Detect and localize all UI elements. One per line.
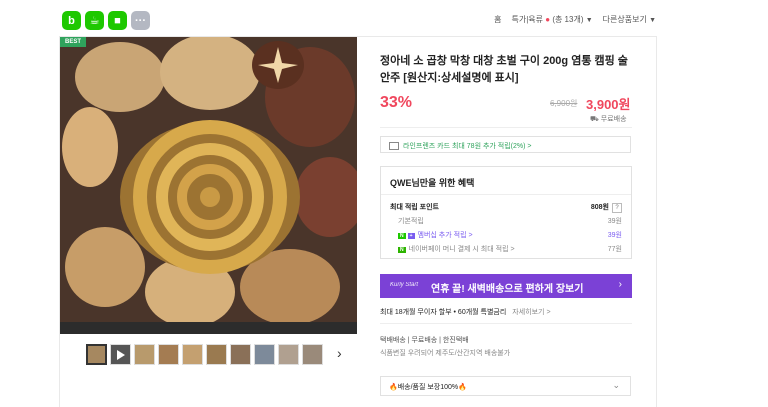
chevron-right-icon: ›: [618, 279, 622, 290]
pay-points[interactable]: N 네이버페이 머니 결제 시 최대 적립 >: [398, 244, 515, 254]
sale-price: 3,900원: [586, 97, 631, 112]
video-thumbnail[interactable]: [110, 344, 131, 365]
discount-rate: 33%: [380, 94, 413, 111]
thumbnail[interactable]: [230, 344, 251, 365]
top-bar: b ☕ ■ ··· 홈 특가|육류 ● (총 13개) ▼ 다른상품보기 ▼: [0, 0, 768, 38]
thumbnail[interactable]: [134, 344, 155, 365]
bookmark-icon[interactable]: ■: [108, 11, 127, 30]
breadcrumb: 홈 특가|육류 ● (총 13개) ▼ 다른상품보기 ▼: [494, 14, 656, 25]
pay-points-value: 77원: [607, 246, 622, 253]
help-icon[interactable]: ?: [612, 203, 622, 213]
shipping-notice: 식품변질 우려되어 제주도/산간지역 배송불가: [380, 350, 511, 357]
other-products-link[interactable]: 다른상품보기 ▼: [603, 14, 656, 25]
kurly-logo: Kurly Start: [390, 282, 419, 288]
thumbnail[interactable]: [206, 344, 227, 365]
benefit-box: QWE님만을 위한 혜택 최대 적립 포인트 808원? 기본적립 39원 N +…: [380, 166, 632, 259]
truck-icon: ⛟: [590, 116, 599, 123]
max-points-value: 808원?: [591, 202, 622, 213]
banner-text: 연휴 끝! 새벽배송으로 편하게 장보기: [431, 284, 584, 295]
chevron-right-icon[interactable]: ›: [337, 345, 342, 361]
thumbnail[interactable]: [182, 344, 203, 365]
thumbnail[interactable]: [278, 344, 299, 365]
benefit-title: QWE님만을 위한 혜택: [390, 178, 475, 188]
max-points-label: 최대 적립 포인트: [390, 204, 439, 211]
plus-icon: +: [407, 233, 415, 239]
kurly-banner[interactable]: Kurly Start 연휴 끝! 새벽배송으로 편하게 장보기 ›: [380, 274, 632, 298]
cafe-icon[interactable]: ☕: [85, 11, 104, 30]
blog-icon[interactable]: b: [62, 11, 81, 30]
naver-pay-icon: N: [398, 247, 406, 253]
category-link[interactable]: 특가|육류 ● (총 13개) ▼: [511, 14, 592, 25]
basic-points-value: 39원: [607, 218, 622, 225]
card-promo[interactable]: 라인프렌즈 카드 최대 78원 추가 적립(2%) >: [380, 136, 631, 153]
membership-points[interactable]: N + 멤버십 추가 적립 >: [398, 230, 473, 240]
product-panel: BEST › 정아네 소 곱창 막창 대창 초벌 구이 200g 염통 캠핑 술…: [59, 36, 657, 407]
installment-info: 최대 18개월 무이자 할부 • 60개월 특별금리 자세히보기 >: [380, 309, 551, 316]
home-link[interactable]: 홈: [494, 14, 501, 25]
chevron-down-icon: ⌄: [612, 380, 620, 390]
basic-points-label: 기본적립: [398, 218, 424, 225]
card-icon: [389, 142, 399, 151]
guarantee-dropdown[interactable]: 🔥배송/품질 보장100%🔥 ⌄: [380, 376, 631, 396]
product-image[interactable]: BEST: [60, 37, 357, 334]
product-title: 정아네 소 곱창 막창 대창 초벌 구이 200g 염통 캠핑 술안주 [원산지…: [380, 55, 628, 84]
fire-icon: 🔥: [389, 384, 398, 391]
shipping-info: 택배배송 | 무료배송 | 한진택배: [380, 337, 469, 344]
best-badge: BEST: [60, 37, 87, 47]
thumbnail[interactable]: [86, 344, 107, 365]
grilled-tripe-photo: [60, 37, 357, 334]
fire-icon: 🔥: [458, 384, 467, 391]
thumbnail[interactable]: [158, 344, 179, 365]
details-link[interactable]: 자세히보기 >: [512, 309, 550, 316]
original-price: 6,900원: [550, 99, 578, 108]
naver-icon: N: [398, 233, 406, 239]
more-icon[interactable]: ···: [131, 11, 150, 30]
thumbnail-strip: [86, 344, 323, 365]
thumbnail[interactable]: [254, 344, 275, 365]
thumbnail[interactable]: [302, 344, 323, 365]
membership-points-value: 39원: [607, 232, 622, 239]
free-shipping: ⛟ 무료배송: [590, 116, 627, 123]
